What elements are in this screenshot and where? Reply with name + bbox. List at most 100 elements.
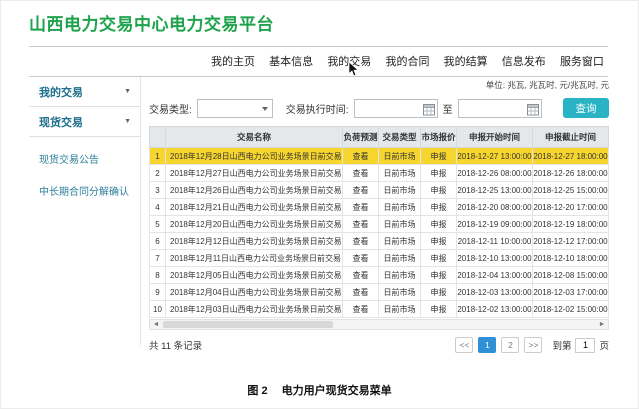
sidebar: 我的交易▼现货交易▼ 现货交易公告中长期合同分解确认: [29, 77, 141, 345]
sidebar-link-1[interactable]: 现货交易公告: [29, 151, 140, 166]
nav-item-5[interactable]: 我的结算: [444, 53, 488, 69]
row-no: 6: [150, 233, 166, 250]
nav-item-4[interactable]: 我的合同: [385, 53, 429, 69]
trade-type: 日前市场: [379, 199, 421, 216]
row-no: 1: [150, 148, 166, 165]
table-row[interactable]: 12018年12月28日山西电力公司业务场景日前交易查看日前市场申报2018-1…: [150, 148, 609, 165]
bid-link[interactable]: 申报: [421, 182, 457, 199]
figure-number: 图 2: [247, 385, 267, 397]
end-time: 2018-12-26 18:00:00: [533, 165, 609, 182]
exec-time-to-input[interactable]: [458, 99, 542, 118]
calendar-icon[interactable]: [527, 103, 539, 116]
trade-type: 日前市场: [379, 301, 421, 318]
page-title: 山西电力交易中心电力交易平台: [29, 10, 274, 35]
nav-item-6[interactable]: 信息发布: [502, 53, 546, 69]
nav-item-1[interactable]: 我的主页: [211, 53, 255, 69]
table-row[interactable]: 92018年12月04日山西电力公司业务场景日前交易查看日前市场申报2018-1…: [150, 284, 609, 301]
bid-link[interactable]: 申报: [421, 165, 457, 182]
exec-time-from-input[interactable]: [354, 99, 438, 118]
start-time: 2018-12-03 13:00:00: [457, 284, 533, 301]
table-row[interactable]: 82018年12月05日山西电力公司业务场景日前交易查看日前市场申报2018-1…: [150, 267, 609, 284]
units-note: 单位: 兆瓦, 兆瓦时, 元/兆瓦时, 元: [149, 79, 609, 92]
scroll-right-icon[interactable]: ►: [596, 320, 608, 329]
bid-link[interactable]: 申报: [421, 199, 457, 216]
bid-link[interactable]: 申报: [421, 250, 457, 267]
row-no: 9: [150, 284, 166, 301]
nav-item-2[interactable]: 基本信息: [269, 53, 313, 69]
end-time: 2018-12-19 18:00:00: [533, 216, 609, 233]
view-link[interactable]: 查看: [343, 233, 379, 250]
nav-item-7[interactable]: 服务窗口: [560, 53, 604, 69]
column-header: 交易类型: [379, 127, 421, 148]
trade-type-label: 交易类型:: [149, 101, 192, 116]
trade-table: 交易名称负荷预测交易类型市场报价申报开始时间申报截止时间 12018年12月28…: [149, 126, 609, 318]
table-row[interactable]: 32018年12月26日山西电力公司业务场景日前交易查看日前市场申报2018-1…: [150, 182, 609, 199]
goto-page-suffix: 页: [599, 338, 609, 352]
bid-link[interactable]: 申报: [421, 216, 457, 233]
end-time: 2018-12-20 17:00:00: [533, 199, 609, 216]
page-button-2[interactable]: 2: [501, 337, 519, 353]
column-header: 申报开始时间: [457, 127, 533, 148]
goto-page-input[interactable]: [575, 338, 595, 353]
view-link[interactable]: 查看: [343, 165, 379, 182]
trade-name: 2018年12月21日山西电力公司业务场景日前交易: [166, 199, 343, 216]
figure-title: 电力用户现货交易菜单: [282, 385, 392, 397]
sidebar-group-1[interactable]: 我的交易▼: [29, 77, 140, 107]
trade-type: 日前市场: [379, 233, 421, 250]
prev-page-button[interactable]: <<: [455, 337, 473, 353]
table-row[interactable]: 72018年12月11日山西电力公司业务场景日前交易查看日前市场申报2018-1…: [150, 250, 609, 267]
trade-type: 日前市场: [379, 267, 421, 284]
search-button[interactable]: 查询: [563, 98, 609, 118]
trade-type: 日前市场: [379, 216, 421, 233]
view-link[interactable]: 查看: [343, 199, 379, 216]
to-label: 至: [443, 101, 453, 116]
start-time: 2018-12-26 08:00:00: [457, 165, 533, 182]
trade-name: 2018年12月04日山西电力公司业务场景日前交易: [166, 284, 343, 301]
view-link[interactable]: 查看: [343, 267, 379, 284]
table-row[interactable]: 42018年12月21日山西电力公司业务场景日前交易查看日前市场申报2018-1…: [150, 199, 609, 216]
table-row[interactable]: 22018年12月27日山西电力公司业务场景日前交易查看日前市场申报2018-1…: [150, 165, 609, 182]
row-no: 4: [150, 199, 166, 216]
bid-link[interactable]: 申报: [421, 301, 457, 318]
sidebar-group-label: 现货交易: [39, 114, 83, 130]
table-row[interactable]: 102018年12月03日山西电力公司业务场景日前交易查看日前市场申报2018-…: [150, 301, 609, 318]
scroll-left-icon[interactable]: ◄: [150, 320, 162, 329]
bid-link[interactable]: 申报: [421, 148, 457, 165]
next-page-button[interactable]: >>: [524, 337, 542, 353]
bid-link[interactable]: 申报: [421, 284, 457, 301]
chevron-down-icon: [262, 107, 268, 111]
view-link[interactable]: 查看: [343, 216, 379, 233]
trade-name: 2018年12月28日山西电力公司业务场景日前交易: [166, 148, 343, 165]
row-no: 2: [150, 165, 166, 182]
view-link[interactable]: 查看: [343, 284, 379, 301]
view-link[interactable]: 查看: [343, 148, 379, 165]
trade-type-select[interactable]: [197, 99, 273, 118]
horizontal-scrollbar[interactable]: ◄ ►: [149, 319, 609, 330]
view-link[interactable]: 查看: [343, 301, 379, 318]
trade-name: 2018年12月05日山西电力公司业务场景日前交易: [166, 267, 343, 284]
sidebar-group-2[interactable]: 现货交易▼: [29, 107, 140, 137]
calendar-icon[interactable]: [423, 103, 435, 116]
start-time: 2018-12-20 08:00:00: [457, 199, 533, 216]
pager-pages: 12: [473, 337, 519, 353]
start-time: 2018-12-11 10:00:00: [457, 233, 533, 250]
table-row[interactable]: 52018年12月20日山西电力公司业务场景日前交易查看日前市场申报2018-1…: [150, 216, 609, 233]
view-link[interactable]: 查看: [343, 182, 379, 199]
start-time: 2018-12-04 13:00:00: [457, 267, 533, 284]
end-time: 2018-12-12 17:00:00: [533, 233, 609, 250]
bid-link[interactable]: 申报: [421, 233, 457, 250]
page-button-1[interactable]: 1: [478, 337, 496, 353]
trade-name: 2018年12月26日山西电力公司业务场景日前交易: [166, 182, 343, 199]
scrollbar-thumb[interactable]: [163, 321, 333, 328]
sidebar-group-label: 我的交易: [39, 84, 83, 100]
view-link[interactable]: 查看: [343, 250, 379, 267]
bid-link[interactable]: 申报: [421, 267, 457, 284]
sidebar-link-2[interactable]: 中长期合同分解确认: [29, 183, 140, 198]
sidebar-links: 现货交易公告中长期合同分解确认: [29, 137, 140, 198]
table-head-row: 交易名称负荷预测交易类型市场报价申报开始时间申报截止时间: [150, 127, 609, 148]
figure-caption: 图 2 电力用户现货交易菜单: [1, 382, 638, 398]
column-header: 交易名称: [166, 127, 343, 148]
table-row[interactable]: 62018年12月12日山西电力公司业务场景日前交易查看日前市场申报2018-1…: [150, 233, 609, 250]
table-body: 12018年12月28日山西电力公司业务场景日前交易查看日前市场申报2018-1…: [150, 148, 609, 318]
row-no: 10: [150, 301, 166, 318]
